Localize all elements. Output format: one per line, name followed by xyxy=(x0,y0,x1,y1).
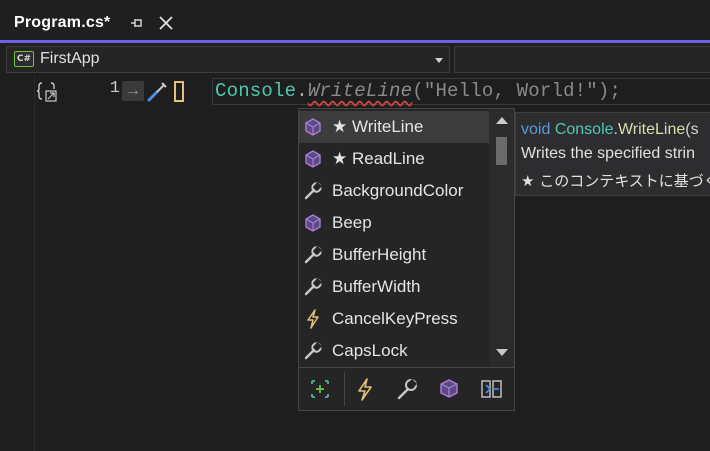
tooltip-class: Console xyxy=(554,121,614,138)
filter-separator xyxy=(344,372,345,406)
lightning-icon xyxy=(303,309,323,329)
completion-item[interactable]: CapsLock xyxy=(299,335,489,367)
completion-item[interactable]: BackgroundColor xyxy=(299,175,489,207)
text-cursor-box xyxy=(174,81,184,102)
tooltip-description: Writes the specified strin xyxy=(521,145,695,162)
tooltip-signature: void Console.WriteLine(s xyxy=(521,121,699,139)
code-method: WriteLine xyxy=(307,80,413,102)
method-cube-icon xyxy=(303,213,323,233)
methods-icon[interactable] xyxy=(432,374,466,404)
method-cube-icon xyxy=(303,117,323,137)
events-icon[interactable] xyxy=(348,374,382,404)
tab-arrow-icon: → xyxy=(122,81,144,101)
wrench-icon xyxy=(303,341,323,361)
completion-item[interactable]: Beep xyxy=(299,207,489,239)
properties-icon[interactable] xyxy=(390,374,424,404)
pin-icon[interactable] xyxy=(128,14,146,32)
wrench-icon xyxy=(303,277,323,297)
scroll-down-icon[interactable] xyxy=(496,349,508,356)
scroll-up-icon[interactable] xyxy=(496,117,508,124)
completion-item-label: Beep xyxy=(332,213,372,232)
scroll-thumb[interactable] xyxy=(496,137,507,165)
completion-scrollbar[interactable] xyxy=(489,109,514,367)
project-dropdown[interactable]: C# FirstApp xyxy=(6,46,450,73)
tab-title: Program.cs* xyxy=(14,14,111,31)
project-name: FirstApp xyxy=(40,50,100,67)
margin-divider xyxy=(34,76,35,451)
code-class: Console xyxy=(215,80,297,102)
completion-item[interactable]: ★ ReadLine xyxy=(299,143,489,175)
tooltip-note: ★ このコンテキストに基づく xyxy=(521,172,710,190)
tooltip-keyword: void xyxy=(521,121,551,138)
code-line: Console.WriteLine("Hello, World!"); xyxy=(215,80,621,102)
tab-strip: Program.cs* xyxy=(0,0,710,40)
close-icon[interactable] xyxy=(156,13,176,33)
csharp-project-icon: C# xyxy=(14,51,34,67)
extension-methods-icon[interactable] xyxy=(474,374,508,404)
completion-item-label: BackgroundColor xyxy=(332,181,464,200)
wrench-icon xyxy=(303,181,323,201)
line-number: 1 xyxy=(109,79,120,98)
tooltip-rest: (s xyxy=(685,121,699,138)
wrench-icon xyxy=(303,245,323,265)
completion-item-label: ★ ReadLine xyxy=(332,149,425,168)
navigation-bar: C# FirstApp xyxy=(0,43,710,76)
chevron-down-icon xyxy=(435,58,443,63)
completion-item-label: CancelKeyPress xyxy=(332,309,458,328)
intellisense-popup: ★ WriteLine ★ ReadLine BackgroundColor Beep… xyxy=(298,108,515,411)
completion-item[interactable]: BufferWidth xyxy=(299,271,489,303)
completion-item-label: ★ WriteLine xyxy=(332,117,424,136)
type-dropdown[interactable] xyxy=(454,46,710,73)
completion-item-label: CapsLock xyxy=(332,341,408,360)
completion-item[interactable]: ★ WriteLine xyxy=(299,111,489,143)
code-outline-icon[interactable] xyxy=(36,80,60,104)
completion-item[interactable]: CancelKeyPress xyxy=(299,303,489,335)
completion-list: ★ WriteLine ★ ReadLine BackgroundColor Beep… xyxy=(299,109,489,367)
tab-program-cs[interactable]: Program.cs* xyxy=(0,6,183,40)
quick-info-tooltip: void Console.WriteLine(s Writes the spec… xyxy=(515,112,710,196)
code-dot: . xyxy=(296,80,308,102)
completion-item[interactable]: BufferHeight xyxy=(299,239,489,271)
completion-item-label: BufferHeight xyxy=(332,245,427,264)
method-cube-icon xyxy=(303,149,323,169)
snippets-icon[interactable] xyxy=(303,374,337,404)
completion-item-label: BufferWidth xyxy=(332,277,421,296)
screwdriver-icon[interactable] xyxy=(145,78,169,104)
code-args: ("Hello, World!"); xyxy=(412,80,622,102)
tooltip-method: WriteLine xyxy=(617,121,686,138)
completion-filter-bar xyxy=(299,367,514,410)
